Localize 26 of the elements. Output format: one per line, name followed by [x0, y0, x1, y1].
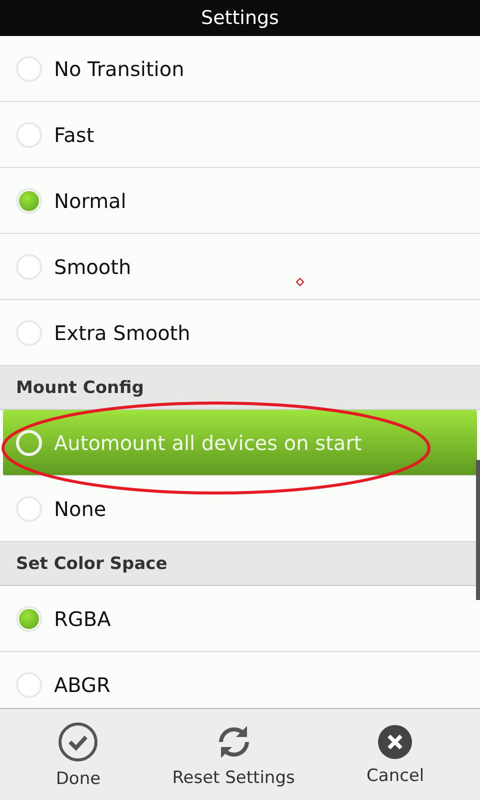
- option-label: Fast: [54, 122, 94, 146]
- option-label: Extra Smooth: [54, 320, 190, 344]
- radio-button[interactable]: [16, 56, 42, 82]
- done-button[interactable]: Done: [52, 717, 105, 793]
- check-icon: [57, 721, 100, 763]
- radio-button[interactable]: [16, 496, 42, 522]
- radio-button[interactable]: [16, 430, 42, 456]
- option-label: Automount all devices on start: [54, 430, 362, 454]
- option-label: RGBA: [54, 606, 111, 630]
- section-title: Mount Config: [16, 378, 144, 398]
- reset-button[interactable]: Reset Settings: [168, 718, 299, 792]
- close-icon: [377, 724, 414, 760]
- cancel-button[interactable]: Cancel: [362, 720, 428, 790]
- option-label: Normal: [54, 188, 126, 212]
- radio-button[interactable]: [16, 254, 42, 280]
- radio-button[interactable]: [16, 320, 42, 346]
- radio-button[interactable]: [16, 606, 42, 632]
- radio-button[interactable]: [16, 188, 42, 214]
- option-label: Smooth: [54, 254, 132, 278]
- radio-button[interactable]: [16, 122, 42, 148]
- option-label: ABGR: [54, 672, 110, 696]
- option-label: None: [54, 496, 106, 520]
- option-label: No Transition: [54, 56, 184, 80]
- radio-button[interactable]: [16, 672, 42, 698]
- window-title: Settings: [201, 7, 279, 29]
- section-title: Set Color Space: [16, 554, 168, 574]
